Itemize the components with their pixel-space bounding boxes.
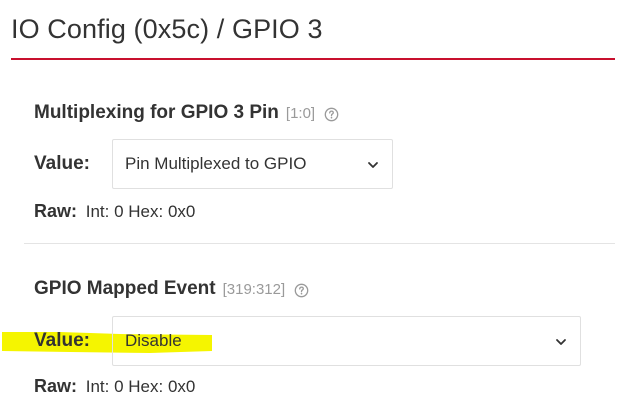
- select-value: Disable: [125, 331, 182, 350]
- gpio-mapped-event-select[interactable]: Disable: [112, 316, 581, 366]
- value-row-multiplexing: Value: Pin Multiplexed to GPIO: [34, 139, 393, 189]
- raw-value: Int: 0 Hex: 0x0: [85, 202, 196, 221]
- raw-row-gpio-mapped-event: Raw: Int: 0 Hex: 0x0: [34, 376, 195, 397]
- question-circle-icon[interactable]: [294, 282, 309, 297]
- section-multiplexing: Multiplexing for GPIO 3 Pin [1:0]: [34, 102, 339, 124]
- raw-label: Raw:: [34, 201, 78, 221]
- section-gpio-mapped-event: GPIO Mapped Event [319:312]: [34, 278, 309, 300]
- value-label: Value:: [34, 330, 90, 351]
- section-title-text: GPIO Mapped Event: [34, 278, 216, 299]
- section-title: GPIO Mapped Event [319:312]: [34, 278, 309, 300]
- title-underline: [11, 58, 615, 60]
- raw-row-multiplexing: Raw: Int: 0 Hex: 0x0: [34, 201, 195, 222]
- chevron-down-icon: [554, 334, 568, 348]
- select-value: Pin Multiplexed to GPIO: [125, 154, 307, 173]
- page-title: IO Config (0x5c) / GPIO 3: [11, 14, 323, 44]
- multiplexing-select[interactable]: Pin Multiplexed to GPIO: [112, 139, 393, 189]
- raw-label: Raw:: [34, 376, 78, 396]
- value-label: Value:: [34, 153, 90, 174]
- io-config-page: IO Config (0x5c) / GPIO 3 Multiplexing f…: [0, 0, 621, 401]
- value-row-gpio-mapped-event: Value: Disable: [34, 316, 581, 366]
- section-title-text: Multiplexing for GPIO 3 Pin: [34, 102, 279, 123]
- question-circle-icon[interactable]: [324, 106, 339, 121]
- section-divider: [24, 243, 615, 244]
- section-title: Multiplexing for GPIO 3 Pin [1:0]: [34, 102, 339, 124]
- raw-value: Int: 0 Hex: 0x0: [85, 377, 196, 396]
- bit-range: [1:0]: [285, 104, 316, 122]
- bit-range: [319:312]: [222, 280, 286, 298]
- chevron-down-icon: [366, 157, 380, 171]
